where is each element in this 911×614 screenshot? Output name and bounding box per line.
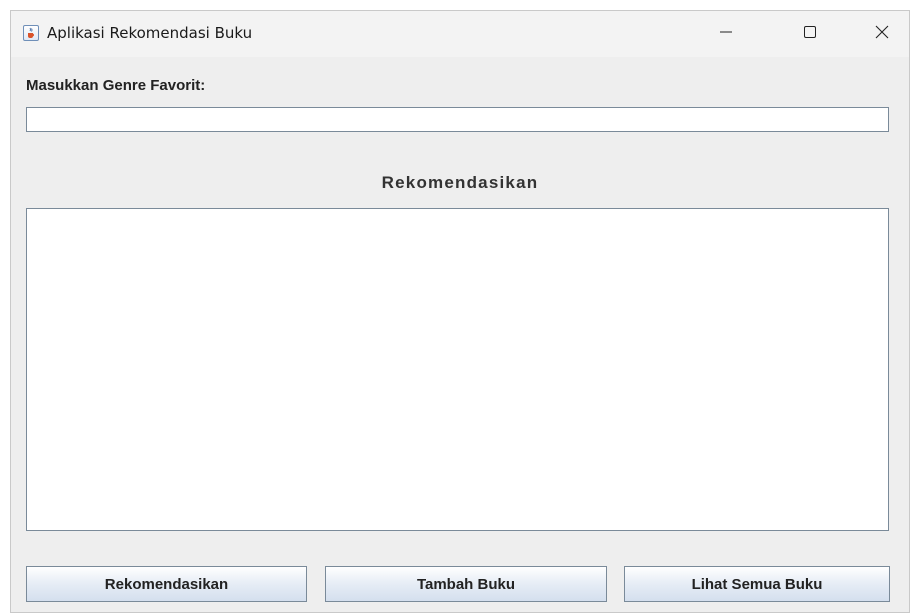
genre-label: Masukkan Genre Favorit:	[26, 77, 206, 94]
java-cup-icon	[23, 25, 39, 41]
app-window: Aplikasi Rekomendasi Buku Masukkan Genre…	[10, 10, 910, 613]
close-icon	[875, 25, 889, 44]
result-title: Rekomendasikan	[381, 173, 539, 192]
maximize-button[interactable]	[787, 11, 833, 57]
window-title: Aplikasi Rekomendasi Buku	[47, 24, 253, 42]
close-button[interactable]	[859, 11, 905, 57]
title-bar[interactable]: Aplikasi Rekomendasi Buku	[11, 11, 909, 57]
maximize-icon	[803, 25, 817, 44]
recommendation-output[interactable]	[26, 208, 889, 531]
recommend-button[interactable]: Rekomendasikan	[26, 566, 307, 602]
minimize-button[interactable]	[703, 11, 749, 57]
view-all-books-button[interactable]: Lihat Semua Buku	[624, 566, 890, 602]
genre-input[interactable]	[26, 107, 889, 132]
minimize-icon	[719, 25, 733, 44]
add-book-button[interactable]: Tambah Buku	[325, 566, 607, 602]
